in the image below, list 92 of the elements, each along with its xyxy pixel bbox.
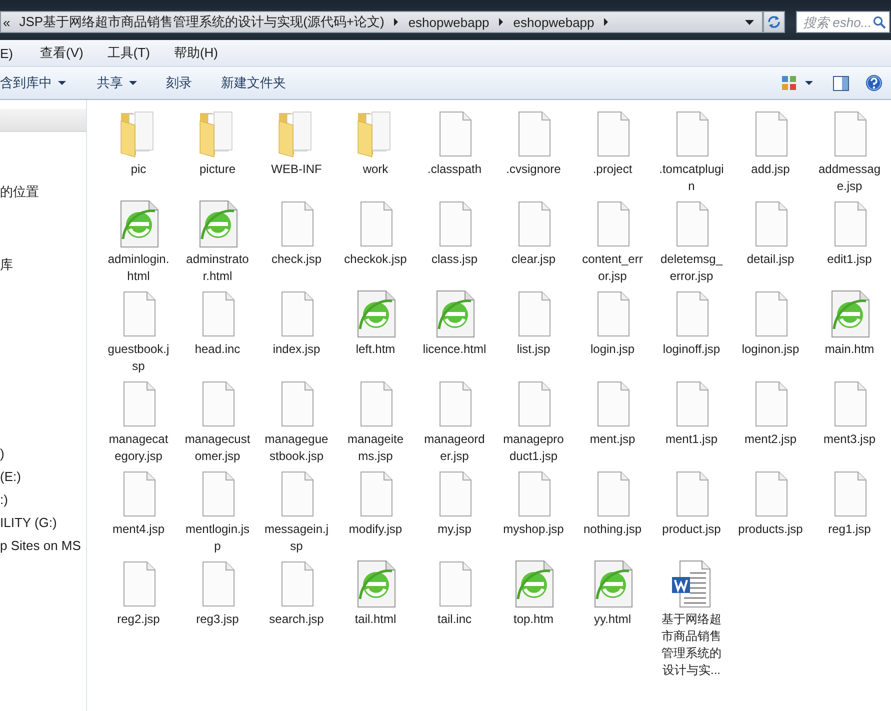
file-item[interactable]: myshop.jsp xyxy=(494,469,573,559)
file-item[interactable]: loginon.jsp xyxy=(731,289,810,379)
file-item[interactable]: detail.jsp xyxy=(731,199,810,289)
nav-item[interactable]: p Sites on MS xyxy=(0,534,86,557)
file-item[interactable]: reg1.jsp xyxy=(810,469,889,559)
file-item[interactable]: content_error.jsp xyxy=(573,199,652,289)
file-item[interactable]: modify.jsp xyxy=(336,469,415,559)
file-item[interactable]: manageorder.jsp xyxy=(415,379,494,469)
refresh-button[interactable] xyxy=(763,11,785,33)
file-item[interactable]: ment1.jsp xyxy=(652,379,731,469)
nav-item[interactable]: 的位置 xyxy=(0,180,86,203)
file-item[interactable]: check.jsp xyxy=(257,199,336,289)
breadcrumb[interactable]: eshopwebapp xyxy=(408,14,490,30)
file-item[interactable]: deletemsg_error.jsp xyxy=(652,199,731,289)
file-item[interactable]: list.jsp xyxy=(494,289,573,379)
toolbar-button[interactable]: 含到库中 xyxy=(0,70,76,96)
file-item[interactable]: WEB-INF xyxy=(257,109,336,199)
file-item[interactable]: picture xyxy=(178,109,257,199)
file-item[interactable]: left.htm xyxy=(336,289,415,379)
file-item[interactable]: manageitems.jsp xyxy=(336,379,415,469)
menu-item[interactable]: 查看(V) xyxy=(40,44,96,62)
file-item[interactable]: add.jsp xyxy=(731,109,810,199)
file-item[interactable]: licence.html xyxy=(415,289,494,379)
file-item[interactable]: ment2.jsp xyxy=(731,379,810,469)
file-item[interactable]: search.jsp xyxy=(257,559,336,683)
file-item[interactable]: messagein.jsp xyxy=(257,469,336,559)
breadcrumb[interactable]: JSP基于网络超市商品销售管理系统的设计与实现(源代码+论文) xyxy=(19,13,384,31)
breadcrumb[interactable]: eshopwebapp xyxy=(513,14,594,30)
address-bar[interactable]: « JSP基于网络超市商品销售管理系统的设计与实现(源代码+论文) eshopwebapp eshopwebapp xyxy=(0,11,763,33)
nav-item[interactable]: (E:) xyxy=(0,465,86,488)
file-item[interactable]: products.jsp xyxy=(731,469,810,559)
file-item[interactable]: main.htm xyxy=(810,289,889,379)
help-icon[interactable] xyxy=(865,74,883,92)
caret-icon xyxy=(129,81,137,85)
nav-item[interactable]: ) xyxy=(0,442,86,465)
file-item[interactable]: 基于网络超市商品销售管理系统的设计与实... xyxy=(652,559,731,683)
file-item[interactable]: reg3.jsp xyxy=(178,559,257,683)
chevron-icon[interactable] xyxy=(603,18,610,26)
file-item[interactable]: ment4.jsp xyxy=(99,469,178,559)
file-item[interactable]: .tomcatplugin xyxy=(652,109,731,199)
search-icon xyxy=(873,16,886,28)
file-item[interactable]: manageproduct1.jsp xyxy=(494,379,573,469)
nav-item[interactable]: 库 xyxy=(0,253,86,276)
file-item[interactable]: .cvsignore xyxy=(494,109,573,199)
toolbar-button[interactable]: 新建文件夹 xyxy=(221,70,296,96)
file-item[interactable]: tail.html xyxy=(336,559,415,683)
file-item[interactable]: head.inc xyxy=(178,289,257,379)
file-item[interactable]: clear.jsp xyxy=(494,199,573,289)
file-item[interactable]: work xyxy=(336,109,415,199)
file-item[interactable]: pic xyxy=(99,109,178,199)
toolbar-button[interactable]: 共享 xyxy=(97,70,147,96)
file-item[interactable]: checkok.jsp xyxy=(336,199,415,289)
menu-item[interactable]: E) xyxy=(0,46,26,60)
chevron-icon[interactable] xyxy=(393,18,400,26)
file-item[interactable]: adminlogin.html xyxy=(99,199,178,289)
file-item[interactable]: edit1.jsp xyxy=(810,199,889,289)
menu-item[interactable]: 工具(T) xyxy=(107,44,163,62)
file-item[interactable]: managecustomer.jsp xyxy=(178,379,257,469)
file-item[interactable]: class.jsp xyxy=(415,199,494,289)
file-item[interactable]: .project xyxy=(573,109,652,199)
view-options-icon[interactable] xyxy=(781,75,797,91)
file-item[interactable]: ment3.jsp xyxy=(810,379,889,469)
caret-icon[interactable] xyxy=(745,20,754,24)
file-item[interactable]: tail.inc xyxy=(415,559,494,683)
nav-item[interactable]: ILITY (G:) xyxy=(0,511,86,534)
file-item[interactable]: top.htm xyxy=(494,559,573,683)
caret-icon[interactable] xyxy=(805,81,813,85)
file-item[interactable]: my.jsp xyxy=(415,469,494,559)
file-item[interactable]: ment.jsp xyxy=(573,379,652,469)
file-item[interactable]: product.jsp xyxy=(652,469,731,559)
file-item[interactable]: nothing.jsp xyxy=(573,469,652,559)
menu-item[interactable]: 帮助(H) xyxy=(174,44,231,62)
file-item[interactable]: index.jsp xyxy=(257,289,336,379)
file-item[interactable]: managecategory.jsp xyxy=(99,379,178,469)
caret-icon xyxy=(58,81,66,85)
file-item[interactable]: addmessage.jsp xyxy=(810,109,889,199)
file-item[interactable]: .classpath xyxy=(415,109,494,199)
overflow-chevron[interactable]: « xyxy=(3,14,10,30)
file-item[interactable]: loginoff.jsp xyxy=(652,289,731,379)
file-item[interactable]: manageguestbook.jsp xyxy=(257,379,336,469)
file-item[interactable]: reg2.jsp xyxy=(99,559,178,683)
file-item[interactable]: guestbook.jsp xyxy=(99,289,178,379)
search-field[interactable]: 搜索 esho... xyxy=(796,11,890,33)
chevron-icon[interactable] xyxy=(498,18,504,26)
file-item[interactable]: adminstrator.html xyxy=(178,199,257,289)
file-item[interactable]: mentlogin.jsp xyxy=(178,469,257,559)
toolbar-button[interactable]: 刻录 xyxy=(166,70,202,96)
file-item[interactable]: login.jsp xyxy=(573,289,652,379)
nav-item[interactable]: :) xyxy=(0,488,86,511)
refresh-icon xyxy=(767,15,781,29)
file-item[interactable]: yy.html xyxy=(573,559,652,683)
preview-pane-icon[interactable] xyxy=(833,76,849,90)
